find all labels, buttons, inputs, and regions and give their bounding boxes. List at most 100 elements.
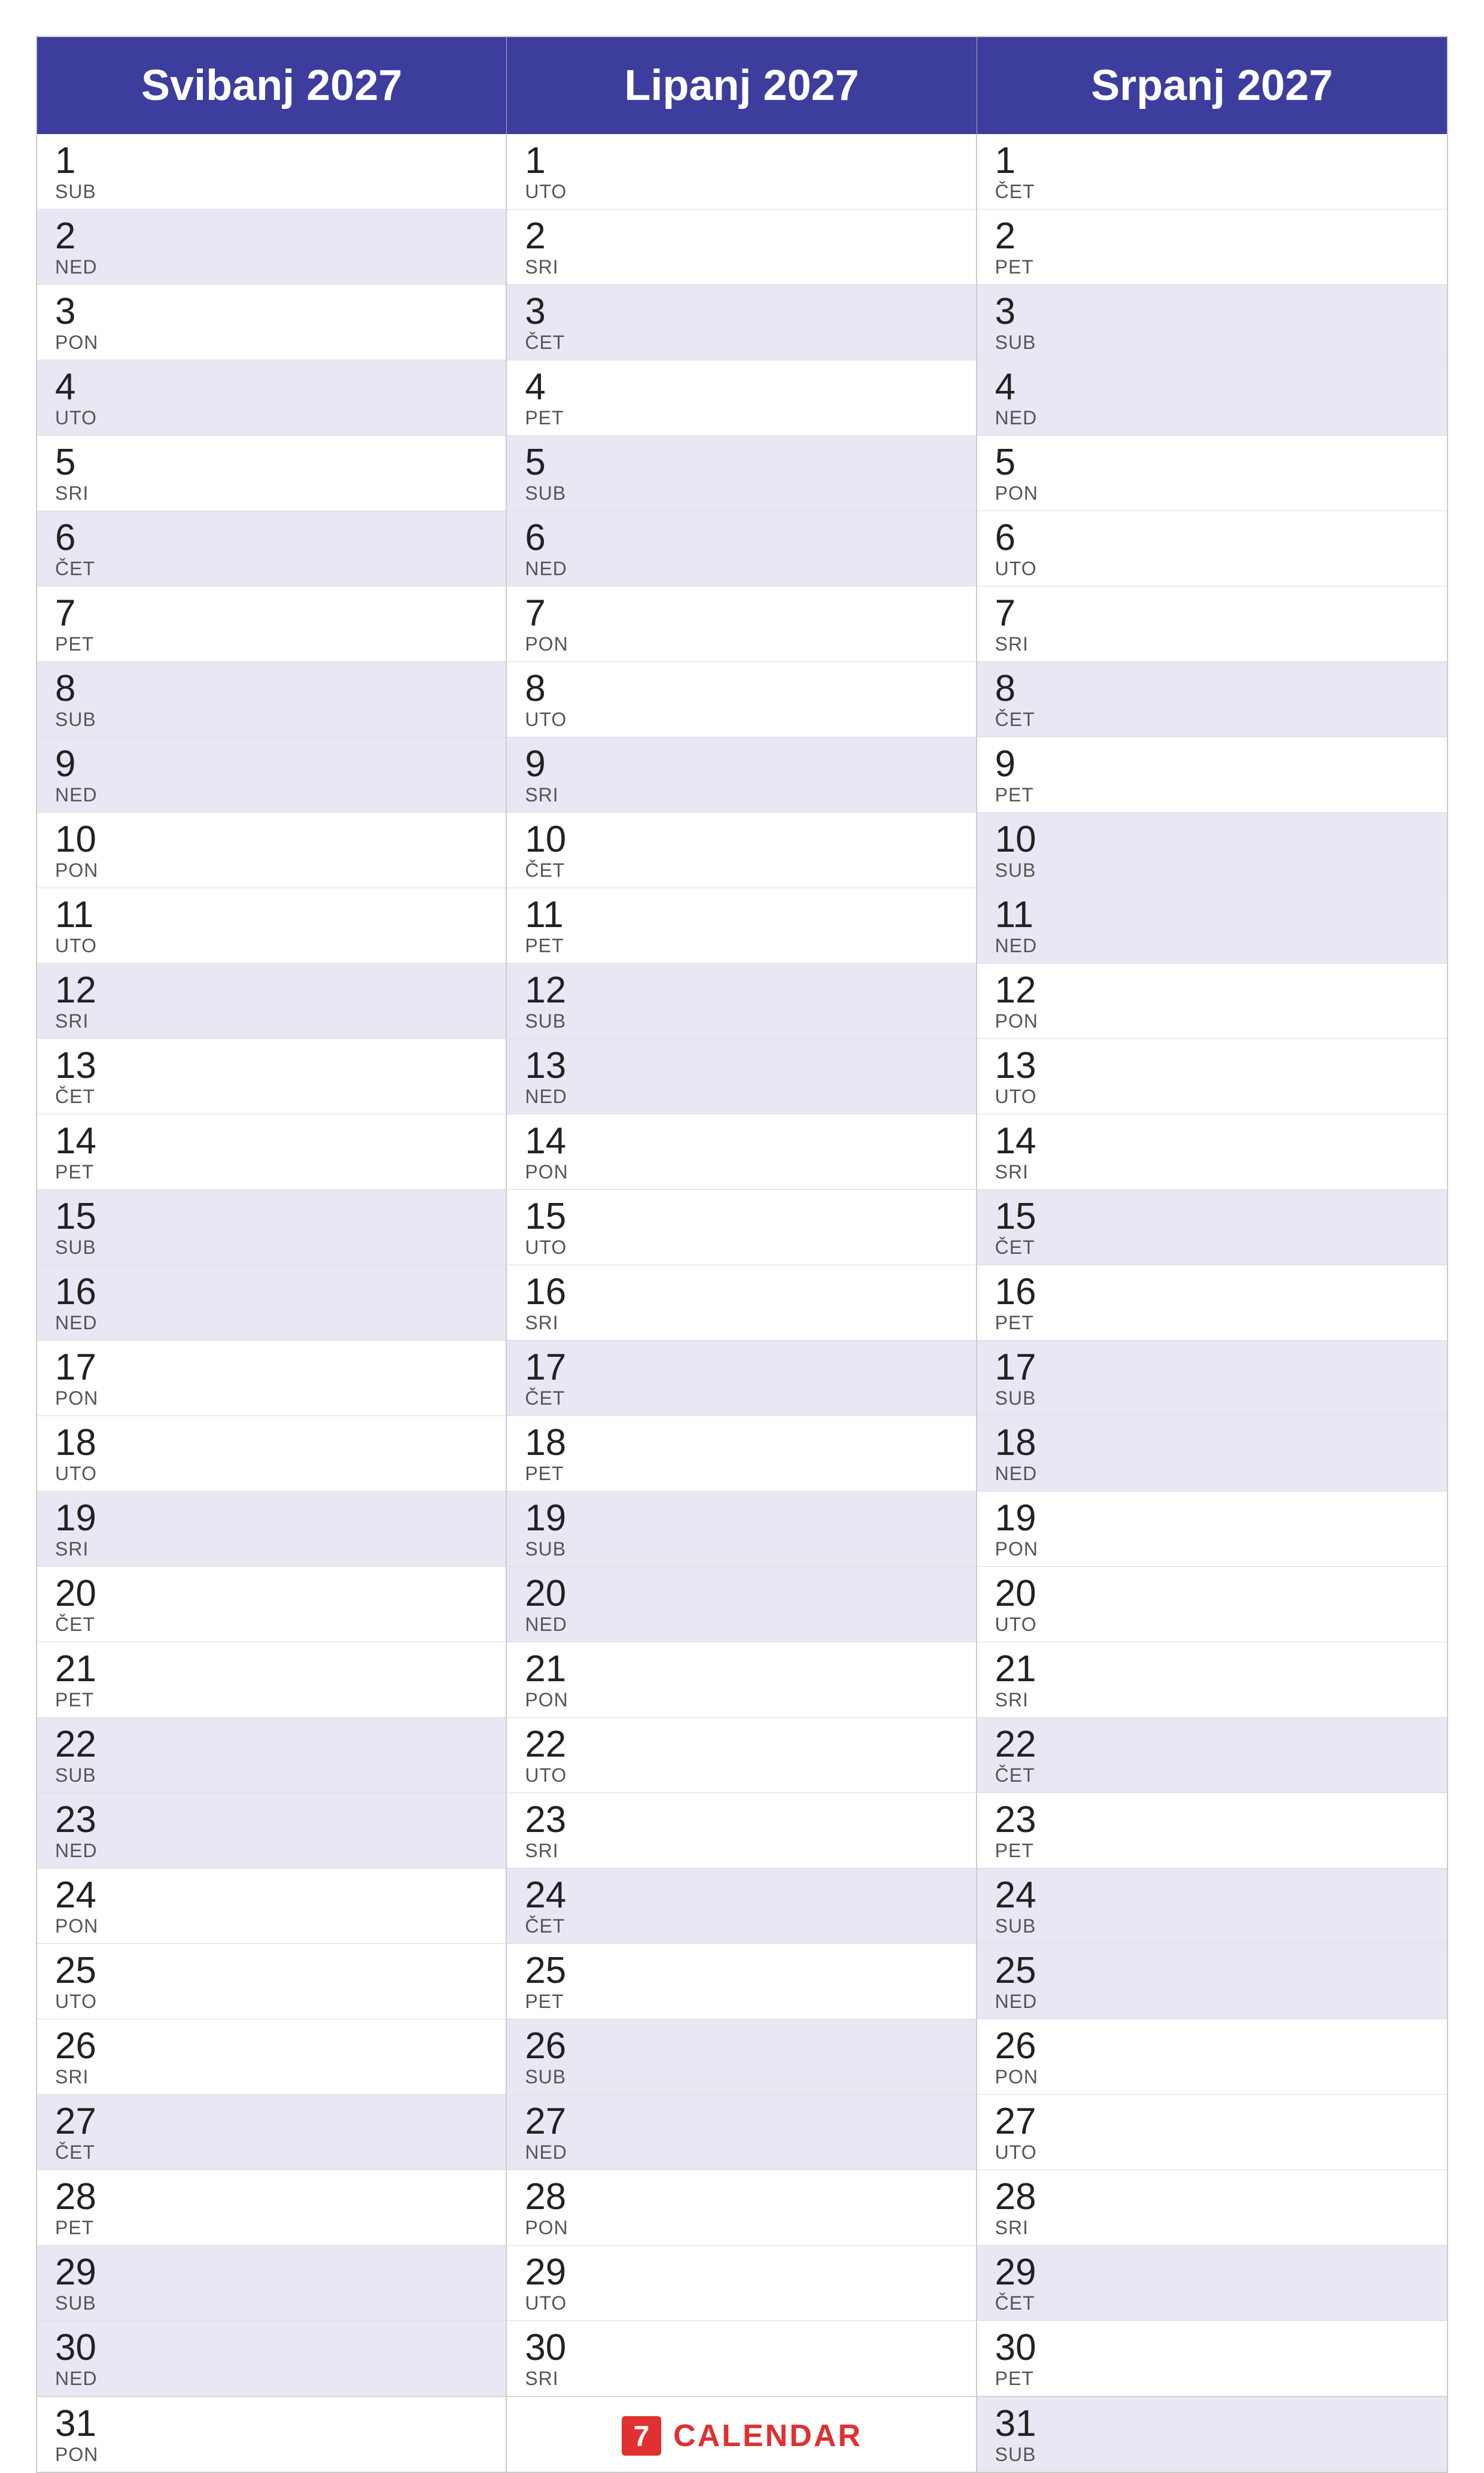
day-row: 2PET	[977, 209, 1447, 285]
day-row: 23NED	[37, 1793, 506, 1869]
day-row: 21PON	[507, 1642, 975, 1718]
day-row: 14PON	[507, 1114, 975, 1190]
day-row: 16PET	[977, 1265, 1447, 1341]
day-row: 24PON	[37, 1869, 506, 1944]
svg-text:7: 7	[634, 2421, 650, 2453]
day-row: 1ČET	[977, 134, 1447, 209]
footer-svibanj-31: 31 PON	[37, 2397, 507, 2472]
day-row: 23SRI	[507, 1793, 975, 1869]
day-row: 21SRI	[977, 1642, 1447, 1718]
day-row: 7SRI	[977, 587, 1447, 662]
day-row: 3ČET	[507, 285, 975, 360]
day-row: 7PON	[507, 587, 975, 662]
calendar-header: Svibanj 2027 Lipanj 2027 Srpanj 2027	[37, 37, 1447, 134]
calendar-body: 1SUB2NED3PON4UTO5SRI6ČET7PET8SUB9NED10PO…	[37, 134, 1447, 2396]
day-row: 20ČET	[37, 1567, 506, 1642]
day-row: 6UTO	[977, 511, 1447, 587]
day-row: 2SRI	[507, 209, 975, 285]
day-row: 13NED	[507, 1039, 975, 1114]
day-row: 20NED	[507, 1567, 975, 1642]
day-row: 18PET	[507, 1416, 975, 1491]
day-row: 8UTO	[507, 662, 975, 737]
day-row: 22UTO	[507, 1718, 975, 1793]
day-row: 10PON	[37, 813, 506, 888]
day-row: 6ČET	[37, 511, 506, 587]
day-row: 8ČET	[977, 662, 1447, 737]
day-row: 10ČET	[507, 813, 975, 888]
day-row: 13ČET	[37, 1039, 506, 1114]
day-row: 10SUB	[977, 813, 1447, 888]
day-row: 15SUB	[37, 1190, 506, 1265]
day-row: 17PON	[37, 1341, 506, 1416]
day-row: 5PON	[977, 436, 1447, 511]
calendar-logo-icon: 7	[621, 2415, 662, 2457]
month-header-srpanj: Srpanj 2027	[977, 37, 1447, 134]
column-srpanj: 1ČET2PET3SUB4NED5PON6UTO7SRI8ČET9PET10SU…	[977, 134, 1447, 2396]
footer-row: 31 PON 7 CALENDAR 31 SUB	[37, 2396, 1447, 2472]
day-row: 26SUB	[507, 2019, 975, 2095]
day-row: 3SUB	[977, 285, 1447, 360]
day-row: 1SUB	[37, 134, 506, 209]
day-row: 4NED	[977, 360, 1447, 436]
day-row: 26SRI	[37, 2019, 506, 2095]
day-row: 29ČET	[977, 2246, 1447, 2321]
month-header-lipanj: Lipanj 2027	[507, 37, 977, 134]
day-row: 9SRI	[507, 737, 975, 813]
day-row: 27NED	[507, 2095, 975, 2170]
day-row: 15UTO	[507, 1190, 975, 1265]
day-row: 29SUB	[37, 2246, 506, 2321]
day-row: 9NED	[37, 737, 506, 813]
footer-logo: 7 CALENDAR	[507, 2397, 977, 2472]
day-row: 25UTO	[37, 1944, 506, 2019]
day-row: 11UTO	[37, 888, 506, 964]
day-row: 6NED	[507, 511, 975, 587]
calendar-container: Svibanj 2027 Lipanj 2027 Srpanj 2027 1SU…	[36, 36, 1448, 2473]
day-row: 28PON	[507, 2170, 975, 2246]
day-row: 22ČET	[977, 1718, 1447, 1793]
day-row: 9PET	[977, 737, 1447, 813]
day-row: 30NED	[37, 2321, 506, 2396]
day-row: 19SRI	[37, 1491, 506, 1567]
day-row: 25PET	[507, 1944, 975, 2019]
day-row: 3PON	[37, 285, 506, 360]
day-row: 21PET	[37, 1642, 506, 1718]
day-row: 8SUB	[37, 662, 506, 737]
day-row: 28PET	[37, 2170, 506, 2246]
day-row: 17SUB	[977, 1341, 1447, 1416]
day-row: 11NED	[977, 888, 1447, 964]
footer-srpanj-31: 31 SUB	[977, 2397, 1447, 2472]
calendar-logo-text: CALENDAR	[673, 2418, 862, 2454]
day-row: 19PON	[977, 1491, 1447, 1567]
day-row: 1UTO	[507, 134, 975, 209]
day-row: 28SRI	[977, 2170, 1447, 2246]
day-row: 11PET	[507, 888, 975, 964]
day-row: 12PON	[977, 964, 1447, 1039]
column-svibanj: 1SUB2NED3PON4UTO5SRI6ČET7PET8SUB9NED10PO…	[37, 134, 507, 2396]
day-row: 14PET	[37, 1114, 506, 1190]
column-lipanj: 1UTO2SRI3ČET4PET5SUB6NED7PON8UTO9SRI10ČE…	[507, 134, 977, 2396]
day-row: 23PET	[977, 1793, 1447, 1869]
day-row: 16SRI	[507, 1265, 975, 1341]
day-row: 29UTO	[507, 2246, 975, 2321]
day-row: 26PON	[977, 2019, 1447, 2095]
day-row: 12SRI	[37, 964, 506, 1039]
day-row: 5SRI	[37, 436, 506, 511]
day-row: 4PET	[507, 360, 975, 436]
day-row: 30PET	[977, 2321, 1447, 2396]
day-row: 12SUB	[507, 964, 975, 1039]
day-row: 24SUB	[977, 1869, 1447, 1944]
day-row: 22SUB	[37, 1718, 506, 1793]
day-row: 7PET	[37, 587, 506, 662]
day-row: 14SRI	[977, 1114, 1447, 1190]
day-row: 24ČET	[507, 1869, 975, 1944]
day-row: 17ČET	[507, 1341, 975, 1416]
day-row: 27UTO	[977, 2095, 1447, 2170]
day-row: 16NED	[37, 1265, 506, 1341]
day-row: 20UTO	[977, 1567, 1447, 1642]
day-row: 15ČET	[977, 1190, 1447, 1265]
day-row: 5SUB	[507, 436, 975, 511]
day-row: 27ČET	[37, 2095, 506, 2170]
day-row: 25NED	[977, 1944, 1447, 2019]
day-row: 4UTO	[37, 360, 506, 436]
day-row: 2NED	[37, 209, 506, 285]
